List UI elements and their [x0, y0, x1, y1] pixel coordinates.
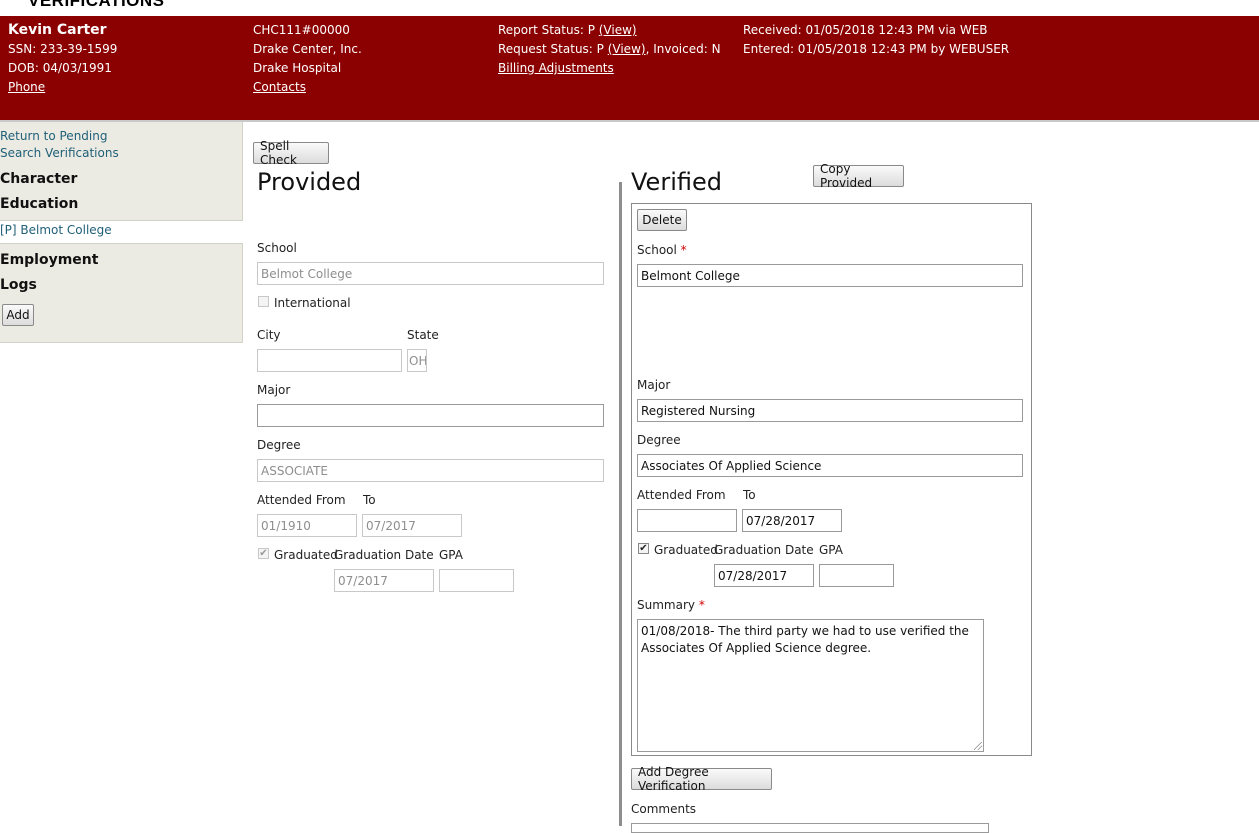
candidate-header: Kevin Carter SSN: 233-39-1599 DOB: 04/03… — [0, 16, 1259, 122]
column-divider — [619, 182, 622, 826]
add-degree-verification-button[interactable]: Add Degree Verification — [631, 765, 772, 793]
client-info: CHC111#00000 Drake Center, Inc. Drake Ho… — [253, 21, 362, 97]
provided-title: Provided — [257, 168, 362, 196]
nav-character[interactable]: Character — [0, 171, 77, 187]
candidate-ssn: SSN: 233-39-1599 — [8, 42, 118, 56]
provided-international-checkbox[interactable] — [258, 296, 269, 307]
verified-school-input[interactable]: Belmont College — [637, 264, 1023, 287]
report-status: Report Status: P — [498, 23, 599, 37]
education-item-belmot-college[interactable]: [P] Belmot College — [0, 223, 112, 237]
summary-text: 01/08/2018- The third party we had to us… — [641, 624, 969, 655]
search-verifications-link[interactable]: Search Verifications — [0, 146, 119, 160]
comments-textarea[interactable] — [631, 823, 989, 833]
provided-major-input[interactable] — [257, 404, 604, 427]
verified-major-input[interactable]: Registered Nursing — [637, 399, 1023, 422]
candidate-name: Kevin Carter — [8, 22, 107, 38]
verified-title: Verified — [631, 168, 722, 196]
required-marker: * — [680, 243, 687, 257]
provided-degree-input[interactable]: ASSOCIATE — [257, 459, 604, 482]
provided-degree-label: Degree — [257, 438, 301, 452]
comments-label: Comments — [631, 802, 697, 816]
company-name: Drake Center, Inc. — [253, 42, 362, 56]
billing-adjustments-link[interactable]: Billing Adjustments — [498, 61, 614, 75]
candidate-dob: DOB: 04/03/1991 — [8, 61, 112, 75]
delete-button[interactable]: Delete — [637, 209, 687, 231]
verified-to-label: To — [743, 488, 756, 502]
verified-school-label: School * — [637, 243, 687, 257]
nav-education[interactable]: Education — [0, 196, 78, 212]
verified-degree-label: Degree — [637, 433, 681, 447]
received-date: Received: 01/05/2018 12:43 PM via WEB — [743, 23, 988, 37]
facility-name: Drake Hospital — [253, 61, 342, 75]
app-logo: VERIFICATIONS — [28, 0, 165, 10]
provided-gpa-input[interactable] — [439, 569, 514, 592]
summary-required-marker: * — [698, 598, 705, 612]
verified-graduation-date-label: Graduation Date — [714, 543, 814, 557]
provided-to-input[interactable]: 07/2017 — [362, 514, 462, 537]
verified-graduated-checkbox[interactable]: ✔ — [638, 543, 649, 554]
verified-summary-textarea[interactable]: 01/08/2018- The third party we had to us… — [637, 619, 984, 752]
verified-major-label: Major — [637, 378, 671, 392]
nav-panel-bottom: Employment Logs Add — [0, 243, 243, 343]
status-info: Report Status: P (View) Request Status: … — [498, 21, 721, 78]
verified-gpa-input[interactable] — [819, 564, 894, 587]
verified-from-input[interactable] — [637, 509, 737, 532]
provided-city-input[interactable] — [257, 349, 402, 372]
provided-from-input[interactable]: 01/1910 — [257, 514, 357, 537]
provided-school-input[interactable]: Belmot College — [257, 262, 604, 285]
return-to-pending-link[interactable]: Return to Pending — [0, 129, 107, 143]
verified-to-input[interactable]: 07/28/2017 — [742, 509, 842, 532]
provided-city-label: City — [257, 328, 281, 342]
provided-attended-from-label: Attended From — [257, 493, 346, 507]
verified-summary-label: Summary * — [637, 598, 705, 612]
provided-to-label: To — [363, 493, 376, 507]
provided-gpa-label: GPA — [439, 548, 463, 562]
provided-graduation-date-label: Graduation Date — [334, 548, 434, 562]
provided-graduation-date-input[interactable]: 07/2017 — [334, 569, 434, 592]
request-status: Request Status: P — [498, 42, 608, 56]
candidate-info: Kevin Carter SSN: 233-39-1599 DOB: 04/03… — [8, 21, 117, 97]
resize-grip-icon[interactable] — [974, 742, 982, 750]
verified-attended-from-label: Attended From — [637, 488, 726, 502]
phone-link[interactable]: Phone — [8, 80, 45, 94]
provided-international-label: International — [274, 296, 351, 310]
provided-school-label: School — [257, 241, 297, 255]
provided-state-label: State — [407, 328, 439, 342]
copy-provided-button[interactable]: Copy Provided — [813, 162, 904, 190]
logo-strip: VERIFICATIONS — [0, 0, 1259, 16]
verified-graduated-label: Graduated — [654, 543, 718, 557]
provided-graduated-label: Graduated — [274, 548, 338, 562]
nav-panel-top: Return to Pending Search Verifications C… — [0, 122, 243, 221]
provided-major-label: Major — [257, 383, 291, 397]
spell-check-button[interactable]: Spell Check — [253, 139, 329, 167]
invoiced-status: , Invoiced: N — [645, 42, 721, 56]
provided-graduated-checkbox[interactable]: ✔ — [258, 548, 269, 559]
contacts-link[interactable]: Contacts — [253, 80, 306, 94]
entered-date: Entered: 01/05/2018 12:43 PM by WEBUSER — [743, 42, 1010, 56]
add-button[interactable]: Add — [2, 304, 34, 326]
verified-gpa-label: GPA — [819, 543, 843, 557]
dates-info: Received: 01/05/2018 12:43 PM via WEB En… — [743, 21, 1009, 59]
order-id: CHC111#00000 — [253, 23, 350, 37]
nav-logs[interactable]: Logs — [0, 277, 37, 293]
request-status-view-link[interactable]: (View) — [608, 42, 646, 56]
provided-state-input[interactable]: OH — [407, 349, 427, 372]
nav-employment[interactable]: Employment — [0, 252, 98, 268]
verified-graduation-date-input[interactable]: 07/28/2017 — [714, 564, 814, 587]
report-status-view-link[interactable]: (View) — [599, 23, 637, 37]
verified-degree-input[interactable]: Associates Of Applied Science — [637, 454, 1023, 477]
